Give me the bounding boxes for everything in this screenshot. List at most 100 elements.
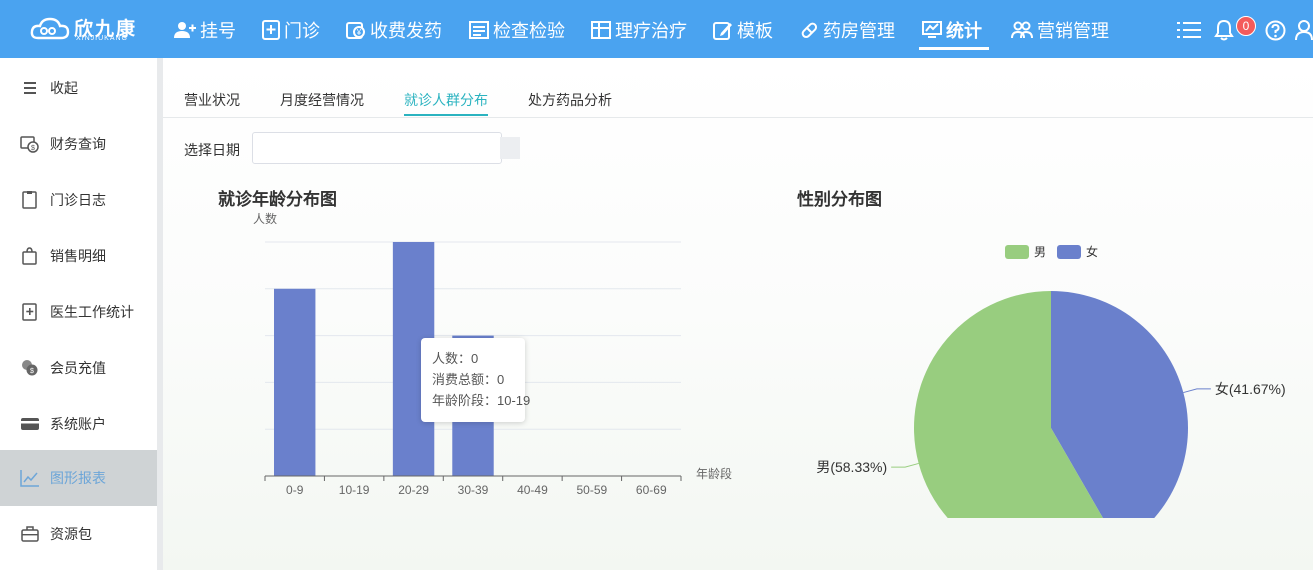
svg-text:¥: ¥ bbox=[356, 28, 362, 37]
gender-distribution-pie-chart: 男 女 女(41.67%) 男(58.33%) bbox=[816, 244, 1286, 518]
date-picker-input[interactable] bbox=[252, 132, 502, 164]
pay-icon: ¥ bbox=[346, 22, 365, 39]
legend-swatch-男[interactable] bbox=[1005, 245, 1029, 259]
nav-marketing-label: 营销管理 bbox=[1037, 21, 1109, 41]
x-tick-label: 60-69 bbox=[636, 483, 667, 497]
x-tick-label: 0-9 bbox=[286, 483, 304, 497]
collapse-icon bbox=[24, 82, 36, 94]
legend-label[interactable]: 男 bbox=[1034, 245, 1046, 259]
bar-0-9[interactable] bbox=[274, 288, 316, 476]
nav-therapy-label: 理疗治疗 bbox=[615, 21, 687, 41]
user-icon[interactable] bbox=[1295, 20, 1313, 41]
sidebar-item-label: 财务查询 bbox=[50, 136, 106, 152]
x-tick-label: 30-39 bbox=[458, 483, 489, 497]
sidebar-item-label: 资源包 bbox=[50, 526, 92, 542]
nav-exam[interactable]: 检查检验 bbox=[469, 17, 565, 43]
sidebar-item-chart-report[interactable]: 图形报表 bbox=[0, 450, 157, 506]
briefcase-icon bbox=[21, 526, 39, 542]
nav-register[interactable]: 挂号 bbox=[174, 17, 236, 43]
nav-marketing[interactable]: 营销管理 bbox=[1011, 17, 1109, 43]
help-icon[interactable] bbox=[1265, 20, 1286, 41]
nav-clinic-label: 门诊 bbox=[284, 21, 320, 41]
clinic-doc-icon bbox=[262, 20, 280, 40]
nav-active-indicator bbox=[919, 47, 989, 50]
sidebar-item-system-account[interactable]: 系统账户 bbox=[0, 396, 157, 452]
sidebar-item-sales-detail[interactable]: 销售明细 bbox=[0, 228, 157, 284]
svg-text:$: $ bbox=[31, 145, 35, 152]
x-tick-label: 20-29 bbox=[398, 483, 429, 497]
legend-swatch-女[interactable] bbox=[1057, 245, 1081, 259]
logo[interactable]: 欣九康 XINJIUKANG bbox=[30, 12, 140, 46]
nav-exam-label: 检查检验 bbox=[493, 21, 565, 41]
group-icon bbox=[1011, 21, 1033, 39]
notification-count-badge: 0 bbox=[1236, 16, 1256, 36]
tab-prescription-analysis[interactable]: 处方药品分析 bbox=[528, 90, 612, 110]
main-content: 营业状况 月度经营情况 就诊人群分布 处方药品分析 选择日期 就诊年龄分布图 人… bbox=[163, 58, 1313, 570]
nav-charge-label: 收费发药 bbox=[370, 21, 442, 41]
nav-therapy[interactable]: 理疗治疗 bbox=[591, 17, 687, 43]
x-axis-label: 年龄段 bbox=[696, 466, 732, 481]
nav-charge[interactable]: ¥ 收费发药 bbox=[346, 17, 442, 43]
therapy-icon bbox=[591, 21, 611, 39]
sidebar-item-doctor-stats[interactable]: 医生工作统计 bbox=[0, 284, 157, 340]
tooltip-count: 人数：0 bbox=[432, 351, 479, 366]
x-tick-label: 40-49 bbox=[517, 483, 548, 497]
tooltip-age-range: 年龄阶段：10-19 bbox=[432, 393, 531, 408]
nav-stats-label: 统计 bbox=[946, 21, 982, 41]
tab-business-status[interactable]: 营业状况 bbox=[184, 90, 240, 110]
nav-template-label: 模板 bbox=[737, 21, 773, 41]
nav-stats[interactable]: 统计 bbox=[922, 17, 982, 43]
tab-active-indicator bbox=[404, 114, 488, 116]
sidebar-item-label: 门诊日志 bbox=[50, 192, 106, 208]
nav-clinic[interactable]: 门诊 bbox=[262, 17, 320, 43]
nav-pharmacy-label: 药房管理 bbox=[823, 21, 895, 41]
finance-icon: $ bbox=[20, 136, 39, 153]
nav-register-label: 挂号 bbox=[200, 21, 236, 41]
top-navbar: 欣九康 XINJIUKANG 挂号 门诊 ¥ 收费发药 检查检验 理疗治疗 模板… bbox=[0, 0, 1313, 58]
sidebar-item-collapse[interactable]: 收起 bbox=[0, 60, 157, 116]
card-icon bbox=[21, 418, 39, 430]
pie-slice-label: 女(41.67%) bbox=[1215, 381, 1286, 397]
y-axis-label: 人数 bbox=[253, 211, 277, 226]
age-chart-title: 就诊年龄分布图 bbox=[218, 190, 337, 209]
sidebar-item-member-recharge[interactable]: $ 会员充值 bbox=[0, 340, 157, 396]
coins-icon: $ bbox=[22, 360, 38, 376]
sidebar-item-resource-pack[interactable]: 资源包 bbox=[0, 506, 157, 562]
nav-template[interactable]: 模板 bbox=[713, 17, 773, 43]
sidebar-item-label: 系统账户 bbox=[50, 416, 106, 432]
sidebar-item-finance[interactable]: $ 财务查询 bbox=[0, 116, 157, 172]
tab-patient-distribution[interactable]: 就诊人群分布 bbox=[404, 90, 488, 110]
sidebar-item-clinic-log[interactable]: 门诊日志 bbox=[0, 172, 157, 228]
tab-divider bbox=[163, 117, 1313, 118]
sidebar-item-label: 销售明细 bbox=[50, 248, 106, 264]
edit-icon bbox=[713, 22, 732, 40]
exam-icon bbox=[469, 21, 489, 39]
date-picker-button[interactable] bbox=[500, 137, 520, 159]
sidebar-item-label: 医生工作统计 bbox=[50, 304, 134, 320]
bar-tooltip: 人数：0 消费总额：0 年龄阶段：10-19 bbox=[421, 338, 531, 422]
pie-label-line bbox=[1183, 388, 1211, 394]
svg-text:$: $ bbox=[30, 368, 34, 375]
sidebar-item-label: 图形报表 bbox=[50, 470, 106, 486]
sidebar-item-label: 会员充值 bbox=[50, 360, 106, 376]
x-tick-label: 10-19 bbox=[339, 483, 370, 497]
clipboard-icon bbox=[22, 191, 37, 209]
logo-subtext: XINJIUKANG bbox=[76, 35, 129, 42]
tab-monthly-operations[interactable]: 月度经营情况 bbox=[280, 90, 364, 110]
pie-label-line bbox=[891, 462, 919, 468]
bag-icon bbox=[22, 247, 37, 265]
doctor-clipboard-icon bbox=[22, 303, 37, 321]
pill-icon bbox=[801, 22, 818, 39]
nav-pharmacy[interactable]: 药房管理 bbox=[799, 17, 895, 43]
stats-icon bbox=[922, 21, 942, 38]
pie-slice-label: 男(58.33%) bbox=[816, 459, 887, 475]
line-chart-icon bbox=[20, 470, 39, 487]
cloud-logo-icon bbox=[30, 17, 70, 40]
user-plus-icon bbox=[174, 22, 196, 38]
bell-icon[interactable] bbox=[1214, 19, 1234, 41]
menu-list-icon[interactable] bbox=[1177, 21, 1201, 39]
legend-label[interactable]: 女 bbox=[1086, 244, 1098, 259]
sidebar: 收起 $ 财务查询 门诊日志 销售明细 医生工作统计 $ 会员充值 系统账户 图… bbox=[0, 58, 157, 570]
tooltip-total-spend: 消费总额：0 bbox=[432, 372, 505, 387]
x-tick-label: 50-59 bbox=[577, 483, 608, 497]
